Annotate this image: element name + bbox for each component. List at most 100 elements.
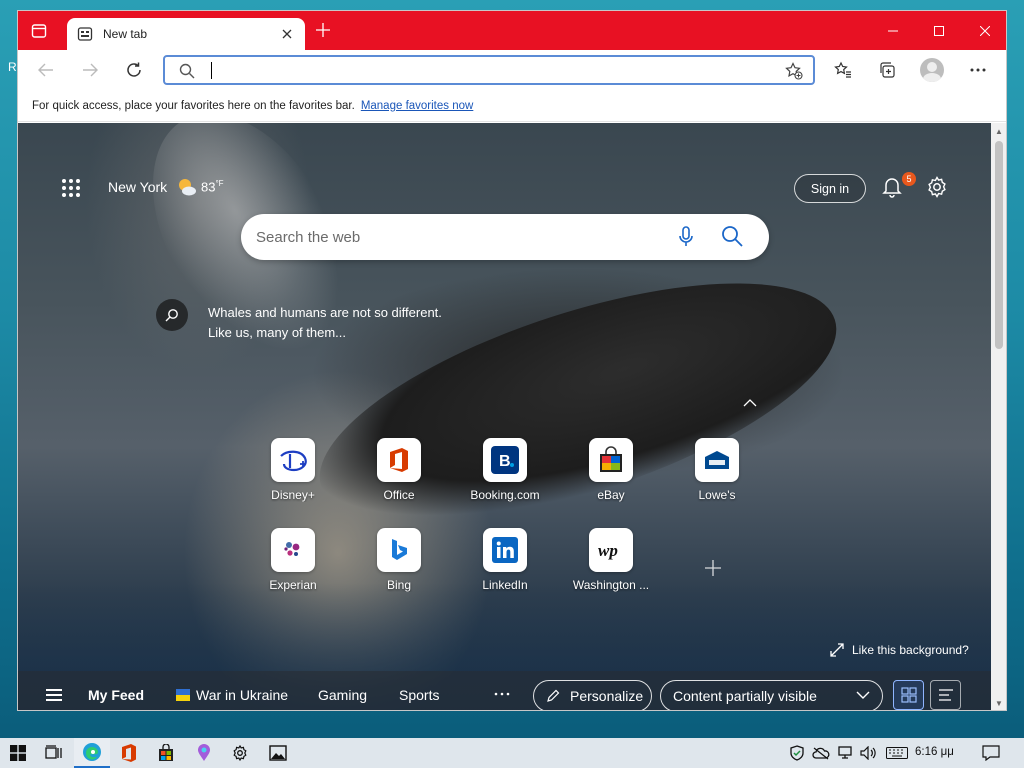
personalize-button[interactable]: Personalize (533, 680, 652, 710)
new-tab-button[interactable] (314, 23, 332, 41)
task-view-icon (45, 745, 62, 759)
tab-new-tab[interactable]: New tab (67, 18, 305, 50)
quick-link-washington-post[interactable]: wp Washington ... (565, 528, 657, 592)
content-visibility-value: Content partially visible (673, 688, 817, 704)
forward-button[interactable] (76, 58, 104, 82)
quick-link-disney[interactable]: Disney+ (247, 438, 339, 502)
feed-tab-gaming[interactable]: Gaming (318, 687, 367, 703)
quick-link-bing[interactable]: Bing (353, 528, 445, 592)
notification-center-icon[interactable] (982, 745, 1000, 761)
quick-link-linkedin[interactable]: LinkedIn (459, 528, 551, 592)
taskbar-maps[interactable] (186, 738, 222, 768)
new-tab-page-icon (77, 26, 93, 42)
taskbar-edge[interactable] (74, 738, 110, 768)
favorites-button[interactable] (830, 58, 856, 82)
like-background-label: Like this background? (852, 643, 969, 657)
maximize-button[interactable] (916, 11, 962, 50)
collapse-quick-links-button[interactable] (743, 395, 759, 407)
system-clock[interactable]: 6:16 μμ (915, 746, 954, 758)
add-quick-link-button[interactable] (704, 553, 722, 584)
feed-nav-bar: My Feed War in Ukraine Gaming Sports Per… (18, 671, 991, 710)
collections-button[interactable] (874, 58, 900, 82)
refresh-button[interactable] (120, 58, 148, 82)
web-search-input[interactable] (256, 226, 656, 248)
page-scrollbar[interactable]: ▲ ▼ (991, 123, 1006, 710)
store-bag-icon (159, 744, 173, 761)
tab-actions-button[interactable] (28, 22, 50, 40)
arrow-right-icon (83, 63, 98, 77)
quick-link-label: Disney+ (271, 488, 315, 502)
page-settings-button[interactable] (926, 176, 950, 200)
feed-menu-button[interactable] (46, 689, 62, 701)
feed-tab-war-in-ukraine[interactable]: War in Ukraine (176, 687, 288, 703)
back-button[interactable] (32, 58, 60, 82)
address-bar[interactable] (163, 55, 815, 85)
feed-tab-sports[interactable]: Sports (399, 687, 439, 703)
sign-in-button[interactable]: Sign in (794, 174, 866, 203)
taskbar-settings[interactable] (222, 738, 258, 768)
network-icon[interactable] (836, 745, 854, 761)
refresh-icon (127, 62, 141, 77)
quick-link-lowes[interactable]: Lowe's (671, 438, 763, 502)
feed-tab-my-feed[interactable]: My Feed (88, 687, 144, 703)
office-icon (122, 744, 136, 762)
web-search-box[interactable] (241, 214, 769, 260)
desktop-edge-letter: R (8, 60, 17, 74)
quick-link-booking[interactable]: B Booking.com (459, 438, 551, 502)
title-bar: New tab (18, 11, 1006, 50)
web-search-submit-button[interactable] (721, 225, 743, 250)
quick-link-experian[interactable]: Experian (247, 528, 339, 592)
taskbar-office[interactable] (111, 738, 147, 768)
security-shield-icon[interactable] (788, 745, 806, 761)
background-info-text[interactable]: Whales and humans are not so different. … (208, 303, 528, 343)
like-background-button[interactable]: Like this background? (830, 643, 969, 657)
content-visibility-dropdown[interactable]: Content partially visible (660, 680, 883, 710)
task-view-button[interactable] (36, 738, 72, 768)
weather-temperature[interactable]: 83°F (201, 179, 224, 194)
ebay-icon (589, 438, 633, 482)
scroll-down-arrow-icon[interactable]: ▼ (995, 699, 1003, 708)
taskbar-photos[interactable] (260, 738, 296, 768)
quick-link-label: Washington ... (572, 578, 650, 592)
collections-icon (880, 62, 895, 78)
minimize-button[interactable] (870, 11, 916, 50)
background-info-button[interactable] (156, 299, 188, 331)
app-launcher-button[interactable] (62, 179, 80, 197)
linkedin-icon (483, 528, 527, 572)
address-input[interactable] (209, 60, 769, 80)
quick-link-ebay[interactable]: eBay (565, 438, 657, 502)
taskbar-store[interactable] (148, 738, 184, 768)
close-icon (980, 25, 990, 36)
close-window-button[interactable] (962, 11, 1006, 50)
quick-link-office[interactable]: Office (353, 438, 445, 502)
personalize-label: Personalize (570, 688, 644, 704)
browser-window: New tab For quick access, place your fav… (17, 10, 1007, 711)
feed-more-button[interactable] (494, 683, 510, 701)
start-button[interactable] (0, 738, 36, 768)
search-icon (179, 63, 195, 82)
list-icon (938, 689, 953, 701)
settings-and-more-button[interactable] (965, 58, 991, 82)
grid-view-button[interactable] (893, 680, 924, 710)
scrollbar-thumb[interactable] (995, 141, 1003, 349)
favorites-icon (834, 61, 851, 78)
list-view-button[interactable] (930, 680, 961, 710)
svg-text:B: B (499, 453, 511, 470)
bing-icon (377, 528, 421, 572)
profile-avatar[interactable] (920, 58, 944, 82)
volume-icon[interactable] (860, 745, 878, 761)
minimize-icon (888, 30, 898, 31)
keyboard-icon[interactable] (886, 745, 908, 761)
weather-city[interactable]: New York (108, 179, 167, 195)
voice-search-button[interactable] (677, 226, 695, 251)
ukraine-flag-icon (176, 689, 190, 701)
onedrive-cloud-icon[interactable] (812, 745, 830, 761)
scroll-up-arrow-icon[interactable]: ▲ (995, 127, 1003, 136)
text-cursor (211, 62, 212, 79)
expand-icon (830, 643, 844, 657)
quick-link-label: Lowe's (698, 488, 736, 502)
more-horizontal-icon (494, 692, 510, 696)
close-tab-button[interactable] (279, 26, 295, 42)
manage-favorites-link[interactable]: Manage favorites now (361, 100, 474, 112)
add-favorite-button[interactable] (785, 62, 803, 83)
